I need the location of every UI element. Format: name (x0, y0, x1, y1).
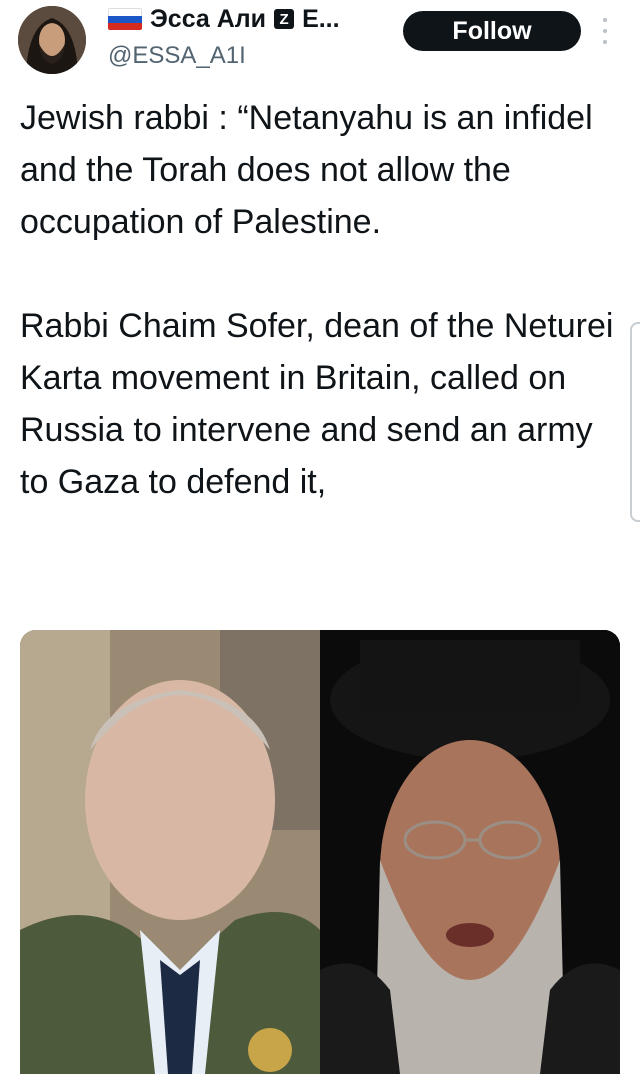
follow-button[interactable]: Follow (403, 11, 581, 51)
photo-right-art (320, 630, 620, 1074)
russia-flag-icon (108, 8, 142, 30)
tweet-media[interactable] (20, 630, 620, 1074)
tweet-view: Эсса Али Z E... @ESSA_A1I Follow Jewish … (0, 0, 640, 1074)
author-display-name: Эсса Али (150, 4, 267, 33)
media-photo-right[interactable] (320, 630, 620, 1074)
avatar[interactable] (18, 6, 86, 74)
author-handle[interactable]: @ESSA_A1I (108, 42, 246, 70)
scroll-handle[interactable] (630, 322, 640, 522)
media-photo-left[interactable] (20, 630, 320, 1074)
author-name-suffix: E... (302, 4, 340, 33)
tweet-text: Jewish rabbi : “Netanyahu is an infidel … (20, 92, 620, 508)
photo-left-art (20, 630, 320, 1074)
tweet-paragraph: Jewish rabbi : “Netanyahu is an infidel … (20, 99, 593, 241)
z-badge-icon: Z (274, 9, 295, 29)
more-vertical-icon[interactable] (598, 18, 612, 44)
tweet-paragraph: Rabbi Chaim Sofer, dean of the Neturei K… (20, 307, 614, 501)
author-name-row[interactable]: Эсса Али Z E... (108, 4, 340, 34)
